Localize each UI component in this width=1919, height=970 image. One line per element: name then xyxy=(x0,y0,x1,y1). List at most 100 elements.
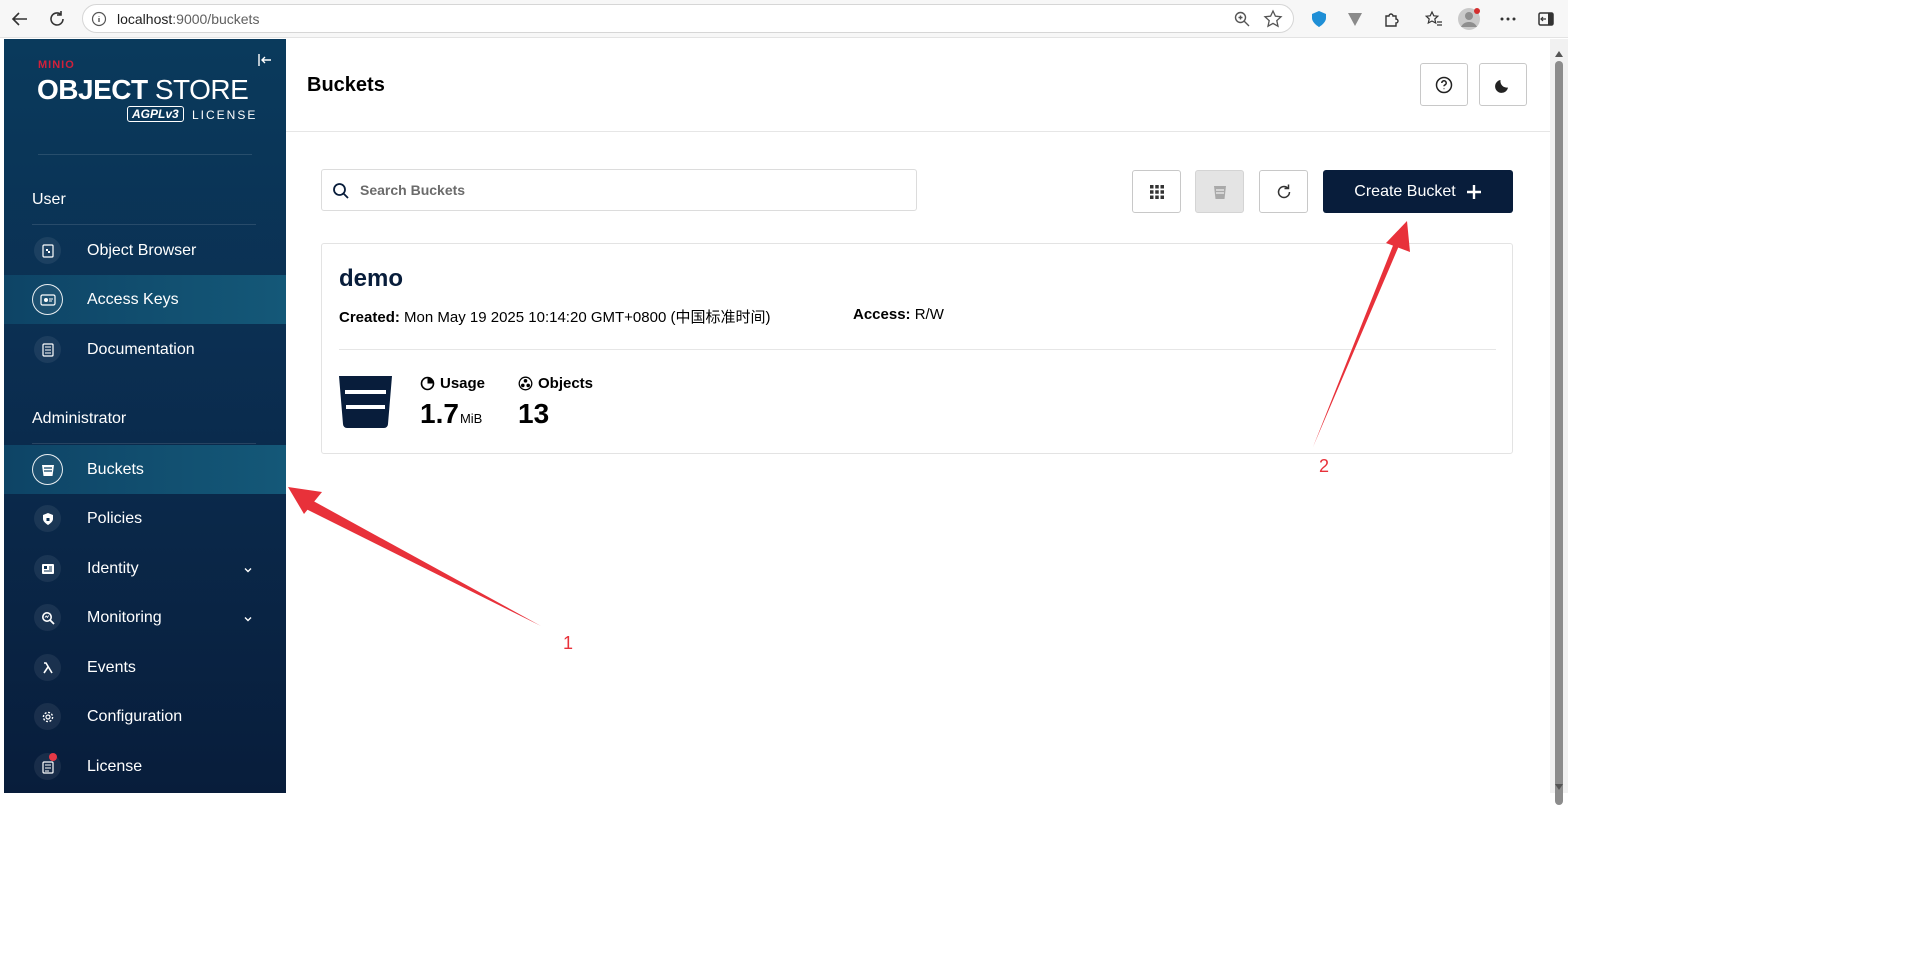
pie-chart-icon xyxy=(420,376,435,391)
id-card-icon xyxy=(32,553,63,584)
page-scrollbar[interactable] xyxy=(1550,39,1568,805)
profile-avatar-icon[interactable] xyxy=(1457,7,1481,31)
shield-icon xyxy=(32,503,63,534)
section-title-user: User xyxy=(32,191,66,208)
sidebar-item-access-keys[interactable]: Access Keys xyxy=(4,275,286,324)
bucket-access: Access: R/W xyxy=(853,306,944,323)
sidebar-item-events[interactable]: Events xyxy=(4,643,286,692)
scroll-down-arrow-icon[interactable] xyxy=(1554,778,1564,796)
create-bucket-label: Create Bucket xyxy=(1354,182,1456,200)
notification-dot xyxy=(49,753,57,761)
sidebar-item-license[interactable]: License xyxy=(4,742,286,791)
grid-view-button[interactable] xyxy=(1132,170,1181,213)
gear-icon xyxy=(32,701,63,732)
sidebar-item-policies[interactable]: Policies xyxy=(4,494,286,543)
scroll-thumb[interactable] xyxy=(1555,61,1563,805)
more-options-icon[interactable] xyxy=(1496,7,1520,31)
usage-value: 1.7MiB xyxy=(420,398,482,430)
section-divider xyxy=(32,443,256,444)
license-text: LICENSE xyxy=(192,108,258,122)
sidebar-toggle-icon[interactable] xyxy=(1534,7,1558,31)
sidebar-item-documentation[interactable]: Documentation xyxy=(4,325,286,374)
sidebar-item-monitoring[interactable]: Monitoring xyxy=(4,593,286,642)
sidebar-item-label: Monitoring xyxy=(87,608,162,626)
sidebar-item-label: Documentation xyxy=(87,340,195,358)
back-arrow-icon[interactable] xyxy=(8,7,32,31)
section-title-administrator: Administrator xyxy=(32,410,127,427)
sidebar-item-label: License xyxy=(87,757,143,775)
extensions-puzzle-icon[interactable] xyxy=(1380,7,1404,31)
header-divider xyxy=(286,131,1550,132)
objects-label-text: Objects xyxy=(538,375,594,392)
collapse-sidebar-icon[interactable] xyxy=(257,52,273,68)
logo-product-bold: OBJECT xyxy=(37,74,148,105)
page-title: Buckets xyxy=(307,74,385,96)
main-content: Buckets Create Bucket demo Created: Mon … xyxy=(286,39,1550,793)
create-bucket-button[interactable]: Create Bucket xyxy=(1323,170,1513,213)
dark-mode-toggle[interactable] xyxy=(1479,63,1527,106)
logo-divider xyxy=(38,154,252,155)
grid-icon xyxy=(1149,184,1164,199)
created-label: Created: xyxy=(339,309,400,326)
sidebar: MINIO OBJECT STORE AGPLv3 LICENSE User O… xyxy=(4,39,286,793)
refresh-icon xyxy=(1277,184,1290,198)
object-store-logo: OBJECT STORE xyxy=(37,74,249,106)
objects-value: 13 xyxy=(518,398,550,429)
agpl-badge: AGPLv3 xyxy=(127,106,184,122)
bucket-created: Created: Mon May 19 2025 10:14:20 GMT+08… xyxy=(339,306,770,327)
bucket-stack-icon xyxy=(1213,185,1226,199)
annotation-label-2: 2 xyxy=(1319,456,1330,476)
access-label: Access: xyxy=(853,306,911,323)
refresh-button[interactable] xyxy=(1259,170,1308,213)
sidebar-item-configuration[interactable]: Configuration xyxy=(4,692,286,741)
bucket-card[interactable]: demo Created: Mon May 19 2025 10:14:20 G… xyxy=(321,243,1513,454)
favorites-list-icon[interactable] xyxy=(1422,7,1446,31)
extension-shield-icon[interactable] xyxy=(1307,7,1331,31)
monitoring-icon xyxy=(32,602,63,633)
logo-product-thin: STORE xyxy=(154,74,249,105)
minio-logo-brand: MINIO xyxy=(38,59,75,71)
manage-buckets-button[interactable] xyxy=(1195,170,1244,213)
objects-icon xyxy=(518,376,533,391)
chevron-down-icon[interactable] xyxy=(242,612,254,624)
objects-label: Objects xyxy=(518,375,593,392)
usage-number: 1.7 xyxy=(420,398,459,429)
usage-unit: MiB xyxy=(459,411,483,426)
sidebar-item-identity[interactable]: Identity xyxy=(4,544,286,593)
address-bar[interactable]: localhost:9000/buckets xyxy=(82,4,1294,33)
sidebar-item-label: Identity xyxy=(87,559,139,577)
site-info-icon[interactable] xyxy=(91,11,107,32)
help-icon xyxy=(1435,76,1453,93)
bucket-icon xyxy=(32,454,63,485)
zoom-icon[interactable] xyxy=(1233,10,1251,33)
url-path: :9000/buckets xyxy=(172,11,260,27)
sidebar-item-label: Policies xyxy=(87,509,143,527)
sidebar-item-buckets[interactable]: Buckets xyxy=(4,445,286,494)
browser-toolbar: localhost:9000/buckets xyxy=(0,0,1568,38)
sidebar-item-label: Buckets xyxy=(87,460,144,478)
bucket-name[interactable]: demo xyxy=(339,265,403,293)
access-keys-icon xyxy=(32,284,63,315)
sidebar-item-label: Events xyxy=(87,658,136,676)
plus-icon xyxy=(1466,184,1481,199)
sidebar-item-object-browser[interactable]: Object Browser xyxy=(4,226,286,275)
object-browser-icon xyxy=(32,235,63,266)
documentation-icon xyxy=(32,334,63,365)
help-button[interactable] xyxy=(1420,63,1468,106)
section-divider xyxy=(32,224,256,225)
search-input[interactable] xyxy=(360,178,900,202)
usage-label: Usage xyxy=(420,375,485,392)
lambda-icon xyxy=(32,652,63,683)
extension-v-icon[interactable] xyxy=(1343,7,1367,31)
chevron-down-icon[interactable] xyxy=(242,563,254,575)
search-box[interactable] xyxy=(321,169,917,211)
annotation-label-1: 1 xyxy=(563,633,574,653)
url-host: localhost xyxy=(117,11,173,27)
sidebar-item-label: Access Keys xyxy=(87,290,179,308)
reload-icon[interactable] xyxy=(45,7,69,31)
favorite-star-icon[interactable] xyxy=(1263,9,1283,34)
sidebar-item-label: Configuration xyxy=(87,707,183,725)
search-icon xyxy=(332,182,350,205)
sidebar-item-label: Object Browser xyxy=(87,241,197,259)
access-value: R/W xyxy=(914,306,944,323)
